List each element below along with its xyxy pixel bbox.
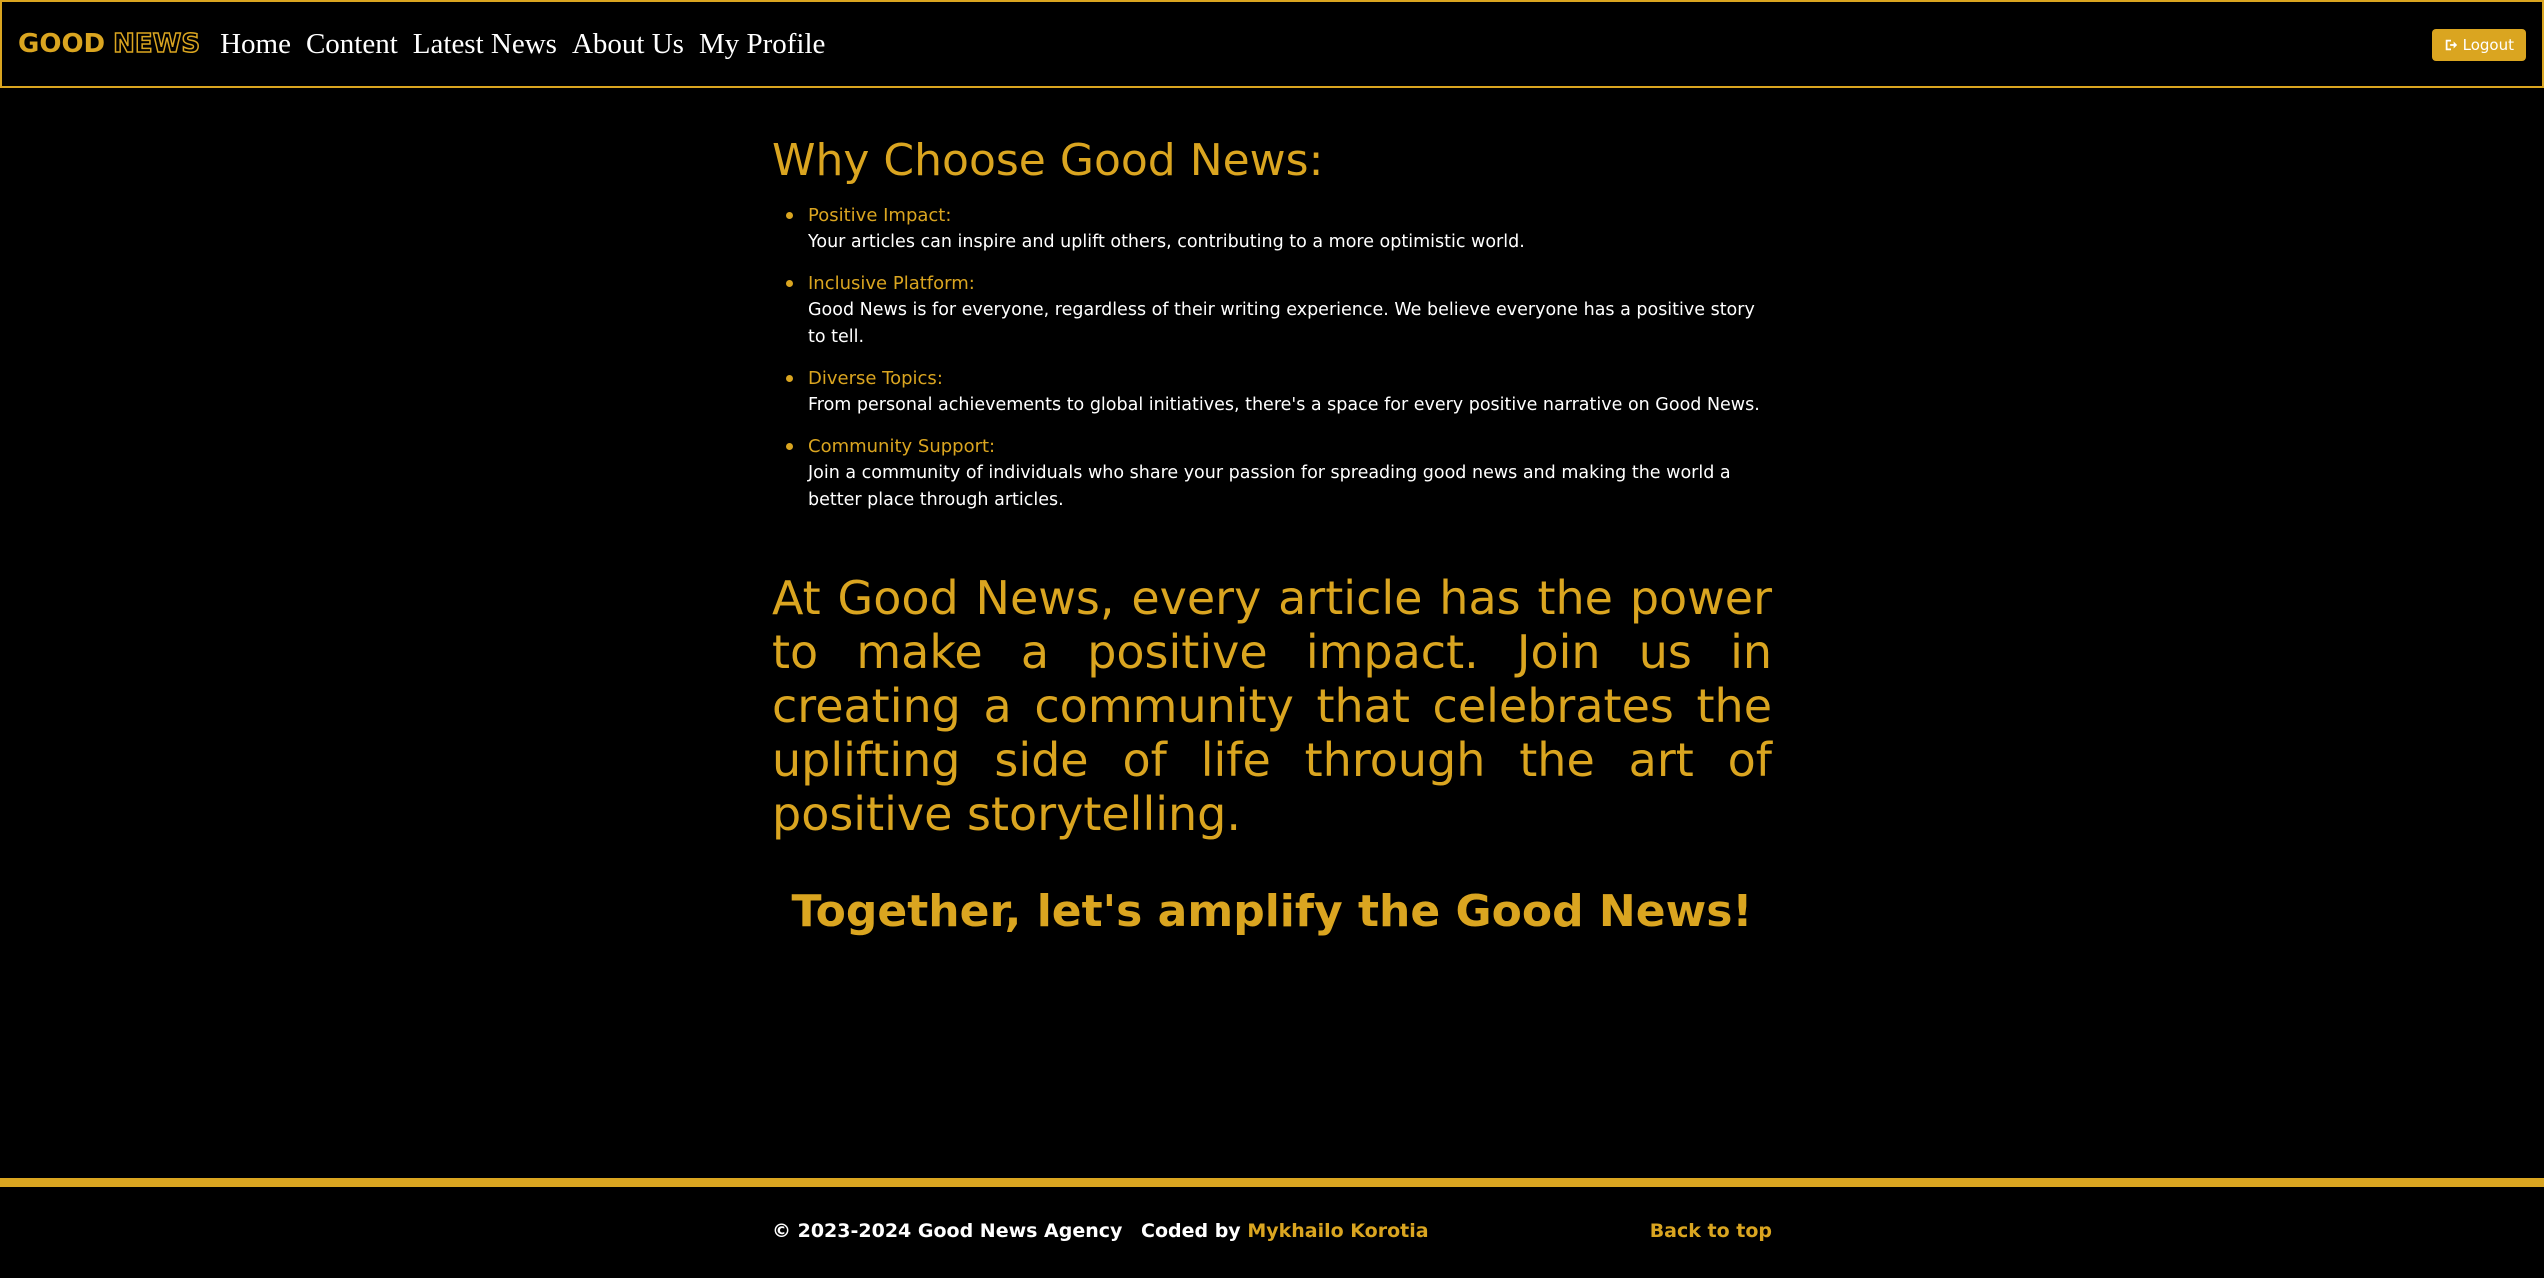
benefit-description: Your articles can inspire and uplift oth… (808, 232, 1525, 252)
nav-links: Home Content Latest News About Us My Pro… (220, 28, 840, 61)
coded-by-text: Coded by Mykhailo Korotia (1141, 1220, 1429, 1242)
copyright-text: © 2023-2024 Good News Agency (772, 1220, 1123, 1242)
benefit-description: Good News is for everyone, regardless of… (808, 300, 1755, 347)
nav-link-latest-news[interactable]: Latest News (413, 28, 557, 61)
benefit-title: Diverse Topics: (808, 368, 943, 389)
brand-logo[interactable]: GOOD NEWS (18, 28, 201, 60)
top-navbar: GOOD NEWS Home Content Latest News About… (0, 0, 2544, 88)
footer: © 2023-2024 Good News Agency Coded by My… (772, 1220, 1772, 1250)
list-item: Inclusive Platform: Good News is for eve… (786, 270, 1772, 351)
back-to-top-link[interactable]: Back to top (1650, 1220, 1772, 1242)
benefit-description: From personal achievements to global ini… (808, 395, 1760, 415)
brand-good-text: GOOD (18, 29, 106, 59)
why-choose-section: Why Choose Good News: Positive Impact: Y… (772, 120, 1772, 528)
nav-link-my-profile[interactable]: My Profile (699, 28, 825, 61)
bullet-icon (786, 212, 793, 219)
list-item: Community Support: Join a community of i… (786, 433, 1772, 514)
benefit-description: Join a community of individuals who shar… (808, 463, 1731, 510)
benefits-list: Positive Impact: Your articles can inspi… (772, 202, 1772, 514)
footer-divider (0, 1178, 2544, 1187)
nav-link-content[interactable]: Content (306, 28, 398, 61)
bullet-icon (786, 375, 793, 382)
logout-label: Logout (2462, 36, 2514, 54)
list-item: Positive Impact: Your articles can inspi… (786, 202, 1772, 256)
benefit-title: Positive Impact: (808, 205, 952, 226)
sign-out-icon (2445, 39, 2457, 51)
section-title: Why Choose Good News: (772, 135, 1324, 186)
impact-statement: At Good News, every article has the powe… (772, 571, 1772, 841)
list-item: Diverse Topics: From personal achievemen… (786, 365, 1772, 419)
benefit-title: Inclusive Platform: (808, 273, 975, 294)
bullet-icon (786, 280, 793, 287)
logout-button[interactable]: Logout (2431, 29, 2526, 61)
bullet-icon (786, 443, 793, 450)
coded-by-label: Coded by (1141, 1220, 1241, 1242)
benefit-title: Community Support: (808, 436, 996, 457)
nav-link-about-us[interactable]: About Us (572, 28, 684, 61)
coder-link[interactable]: Mykhailo Korotia (1247, 1220, 1428, 1242)
brand-news-text: NEWS (112, 28, 201, 60)
nav-link-home[interactable]: Home (220, 28, 291, 61)
together-heading: Together, let's amplify the Good News! (791, 886, 1753, 937)
